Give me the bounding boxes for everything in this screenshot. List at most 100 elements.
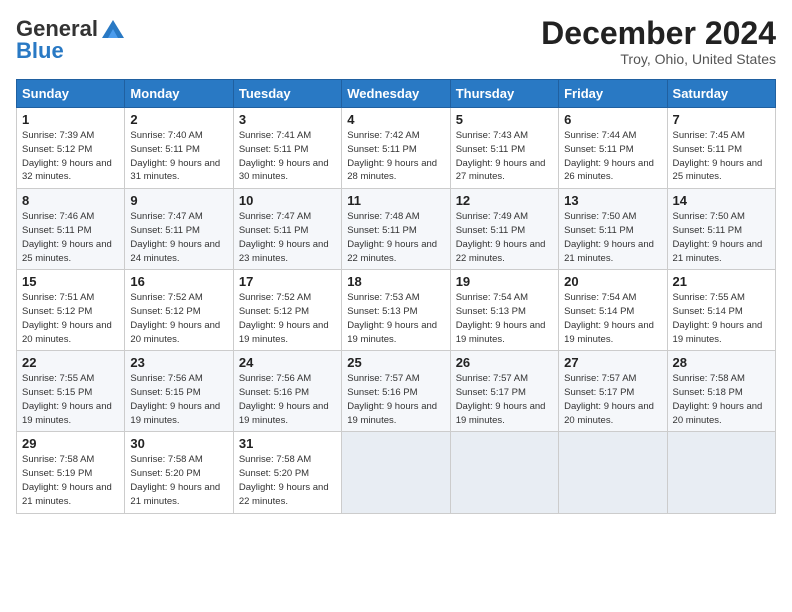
calendar-cell: 22 Sunrise: 7:55 AMSunset: 5:15 PMDayligh… (17, 351, 125, 432)
day-info: Sunrise: 7:43 AMSunset: 5:11 PMDaylight:… (456, 129, 553, 184)
day-number: 31 (239, 436, 336, 451)
day-number: 8 (22, 193, 119, 208)
day-info: Sunrise: 7:50 AMSunset: 5:11 PMDaylight:… (564, 210, 661, 265)
day-number: 29 (22, 436, 119, 451)
calendar-cell: 13 Sunrise: 7:50 AMSunset: 5:11 PMDayligh… (559, 189, 667, 270)
day-number: 30 (130, 436, 227, 451)
day-number: 15 (22, 274, 119, 289)
day-info: Sunrise: 7:39 AMSunset: 5:12 PMDaylight:… (22, 129, 119, 184)
day-info: Sunrise: 7:41 AMSunset: 5:11 PMDaylight:… (239, 129, 336, 184)
day-number: 5 (456, 112, 553, 127)
day-info: Sunrise: 7:57 AMSunset: 5:17 PMDaylight:… (564, 372, 661, 427)
calendar-cell: 31 Sunrise: 7:58 AMSunset: 5:20 PMDayligh… (233, 432, 341, 513)
day-number: 3 (239, 112, 336, 127)
calendar-cell: 27Sunrise: 7:57 AMSunset: 5:17 PMDayligh… (559, 351, 667, 432)
calendar-week-row: 15 Sunrise: 7:51 AMSunset: 5:12 PMDayligh… (17, 270, 776, 351)
day-info: Sunrise: 7:50 AMSunset: 5:11 PMDaylight:… (673, 210, 770, 265)
day-number: 2 (130, 112, 227, 127)
day-info: Sunrise: 7:46 AMSunset: 5:11 PMDaylight:… (22, 210, 119, 265)
day-number: 17 (239, 274, 336, 289)
day-number: 24 (239, 355, 336, 370)
calendar-cell: 28 Sunrise: 7:58 AMSunset: 5:18 PMDayligh… (667, 351, 775, 432)
day-info: Sunrise: 7:58 AMSunset: 5:20 PMDaylight:… (239, 453, 336, 508)
calendar-cell: 15 Sunrise: 7:51 AMSunset: 5:12 PMDayligh… (17, 270, 125, 351)
day-number: 10 (239, 193, 336, 208)
day-info: Sunrise: 7:58 AMSunset: 5:20 PMDaylight:… (130, 453, 227, 508)
day-number: 16 (130, 274, 227, 289)
calendar-week-row: 1 Sunrise: 7:39 AMSunset: 5:12 PMDaylight… (17, 108, 776, 189)
day-number: 26 (456, 355, 553, 370)
day-number: 21 (673, 274, 770, 289)
day-info: Sunrise: 7:52 AMSunset: 5:12 PMDaylight:… (239, 291, 336, 346)
calendar-cell: 30 Sunrise: 7:58 AMSunset: 5:20 PMDayligh… (125, 432, 233, 513)
calendar-cell: 20 Sunrise: 7:54 AMSunset: 5:14 PMDayligh… (559, 270, 667, 351)
calendar-cell (667, 432, 775, 513)
day-number: 7 (673, 112, 770, 127)
day-number: 13 (564, 193, 661, 208)
calendar-cell: 11 Sunrise: 7:48 AMSunset: 5:11 PMDayligh… (342, 189, 450, 270)
day-info: Sunrise: 7:58 AMSunset: 5:18 PMDaylight:… (673, 372, 770, 427)
calendar-cell: 3 Sunrise: 7:41 AMSunset: 5:11 PMDaylight… (233, 108, 341, 189)
calendar-cell: 21Sunrise: 7:55 AMSunset: 5:14 PMDayligh… (667, 270, 775, 351)
day-header-tuesday: Tuesday (233, 80, 341, 108)
calendar-week-row: 29 Sunrise: 7:58 AMSunset: 5:19 PMDayligh… (17, 432, 776, 513)
day-info: Sunrise: 7:49 AMSunset: 5:11 PMDaylight:… (456, 210, 553, 265)
day-number: 6 (564, 112, 661, 127)
calendar-cell: 23 Sunrise: 7:56 AMSunset: 5:15 PMDayligh… (125, 351, 233, 432)
day-number: 28 (673, 355, 770, 370)
calendar-cell: 18Sunrise: 7:53 AMSunset: 5:13 PMDayligh… (342, 270, 450, 351)
calendar-cell: 9 Sunrise: 7:47 AMSunset: 5:11 PMDaylight… (125, 189, 233, 270)
day-info: Sunrise: 7:48 AMSunset: 5:11 PMDaylight:… (347, 210, 444, 265)
calendar-cell: 2 Sunrise: 7:40 AMSunset: 5:11 PMDaylight… (125, 108, 233, 189)
calendar-cell: 29 Sunrise: 7:58 AMSunset: 5:19 PMDayligh… (17, 432, 125, 513)
title-block: December 2024 Troy, Ohio, United States (541, 16, 776, 67)
day-info: Sunrise: 7:47 AMSunset: 5:11 PMDaylight:… (130, 210, 227, 265)
calendar-cell: 12 Sunrise: 7:49 AMSunset: 5:11 PMDayligh… (450, 189, 558, 270)
day-header-saturday: Saturday (667, 80, 775, 108)
calendar-cell (342, 432, 450, 513)
calendar-cell: 19 Sunrise: 7:54 AMSunset: 5:13 PMDayligh… (450, 270, 558, 351)
day-number: 4 (347, 112, 444, 127)
day-number: 18 (347, 274, 444, 289)
day-info: Sunrise: 7:45 AMSunset: 5:11 PMDaylight:… (673, 129, 770, 184)
day-number: 1 (22, 112, 119, 127)
day-header-sunday: Sunday (17, 80, 125, 108)
day-number: 12 (456, 193, 553, 208)
day-info: Sunrise: 7:52 AMSunset: 5:12 PMDaylight:… (130, 291, 227, 346)
day-header-monday: Monday (125, 80, 233, 108)
day-info: Sunrise: 7:56 AMSunset: 5:15 PMDaylight:… (130, 372, 227, 427)
day-info: Sunrise: 7:51 AMSunset: 5:12 PMDaylight:… (22, 291, 119, 346)
logo: General Blue (16, 16, 126, 64)
day-number: 23 (130, 355, 227, 370)
day-info: Sunrise: 7:55 AMSunset: 5:15 PMDaylight:… (22, 372, 119, 427)
day-header-thursday: Thursday (450, 80, 558, 108)
calendar-cell: 4 Sunrise: 7:42 AMSunset: 5:11 PMDaylight… (342, 108, 450, 189)
day-number: 25 (347, 355, 444, 370)
calendar-cell: 8 Sunrise: 7:46 AMSunset: 5:11 PMDaylight… (17, 189, 125, 270)
day-info: Sunrise: 7:42 AMSunset: 5:11 PMDaylight:… (347, 129, 444, 184)
calendar-header-row: SundayMondayTuesdayWednesdayThursdayFrid… (17, 80, 776, 108)
calendar-week-row: 8 Sunrise: 7:46 AMSunset: 5:11 PMDaylight… (17, 189, 776, 270)
day-number: 22 (22, 355, 119, 370)
day-info: Sunrise: 7:58 AMSunset: 5:19 PMDaylight:… (22, 453, 119, 508)
day-number: 9 (130, 193, 227, 208)
page-container: General Blue December 2024 Troy, Ohio, U… (0, 0, 792, 524)
calendar-cell (450, 432, 558, 513)
day-info: Sunrise: 7:44 AMSunset: 5:11 PMDaylight:… (564, 129, 661, 184)
calendar-cell (559, 432, 667, 513)
day-info: Sunrise: 7:54 AMSunset: 5:14 PMDaylight:… (564, 291, 661, 346)
calendar-week-row: 22 Sunrise: 7:55 AMSunset: 5:15 PMDayligh… (17, 351, 776, 432)
calendar-cell: 10 Sunrise: 7:47 AMSunset: 5:11 PMDayligh… (233, 189, 341, 270)
calendar-cell: 16 Sunrise: 7:52 AMSunset: 5:12 PMDayligh… (125, 270, 233, 351)
day-info: Sunrise: 7:47 AMSunset: 5:11 PMDaylight:… (239, 210, 336, 265)
day-number: 20 (564, 274, 661, 289)
day-number: 11 (347, 193, 444, 208)
day-number: 14 (673, 193, 770, 208)
day-info: Sunrise: 7:54 AMSunset: 5:13 PMDaylight:… (456, 291, 553, 346)
calendar-cell: 17 Sunrise: 7:52 AMSunset: 5:12 PMDayligh… (233, 270, 341, 351)
calendar-cell: 7 Sunrise: 7:45 AMSunset: 5:11 PMDaylight… (667, 108, 775, 189)
calendar-cell: 6 Sunrise: 7:44 AMSunset: 5:11 PMDaylight… (559, 108, 667, 189)
day-number: 19 (456, 274, 553, 289)
day-header-wednesday: Wednesday (342, 80, 450, 108)
day-info: Sunrise: 7:40 AMSunset: 5:11 PMDaylight:… (130, 129, 227, 184)
